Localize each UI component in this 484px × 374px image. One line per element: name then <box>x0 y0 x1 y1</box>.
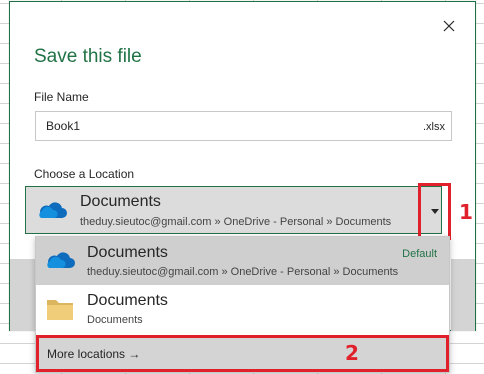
choose-location-label: Choose a Location <box>34 167 135 181</box>
selected-location-path: theduy.sieutoc@gmail.com » OneDrive - Pe… <box>80 216 392 228</box>
footer-button-right <box>451 259 475 331</box>
annotation-marker-1: 1 <box>459 200 473 224</box>
more-locations-label: More locations → <box>47 347 141 361</box>
annotation-marker-2: 2 <box>345 341 359 365</box>
dropdown-item-name: Documents <box>87 244 168 261</box>
close-button[interactable] <box>439 16 459 36</box>
dialog-title: Save this file <box>34 46 142 67</box>
file-name-label: File Name <box>34 90 89 104</box>
selected-location-name: Documents <box>80 193 161 210</box>
file-name-value: Book1 <box>46 119 81 133</box>
caret-down-icon <box>430 209 439 214</box>
onedrive-cloud-icon <box>39 202 67 218</box>
dropdown-item-name: Documents <box>87 292 168 309</box>
dropdown-item-path: theduy.sieutoc@gmail.com » OneDrive - Pe… <box>87 266 399 278</box>
location-selector[interactable]: Documents theduy.sieutoc@gmail.com » One… <box>25 186 442 234</box>
dropdown-item-local-documents[interactable]: Documents Documents <box>36 285 449 333</box>
default-badge: Default <box>402 248 437 260</box>
more-locations-button[interactable]: More locations → <box>36 335 449 372</box>
onedrive-cloud-icon <box>47 252 75 268</box>
footer-button-left <box>10 259 36 331</box>
close-icon <box>443 20 455 32</box>
folder-icon <box>47 300 73 320</box>
dropdown-item-onedrive-documents[interactable]: Documents theduy.sieutoc@gmail.com » One… <box>36 237 449 285</box>
file-extension: .xlsx <box>423 121 445 133</box>
location-dropdown-button[interactable] <box>418 183 451 240</box>
dropdown-item-path: Documents <box>87 314 143 326</box>
file-name-input[interactable]: Book1 .xlsx <box>35 111 452 141</box>
